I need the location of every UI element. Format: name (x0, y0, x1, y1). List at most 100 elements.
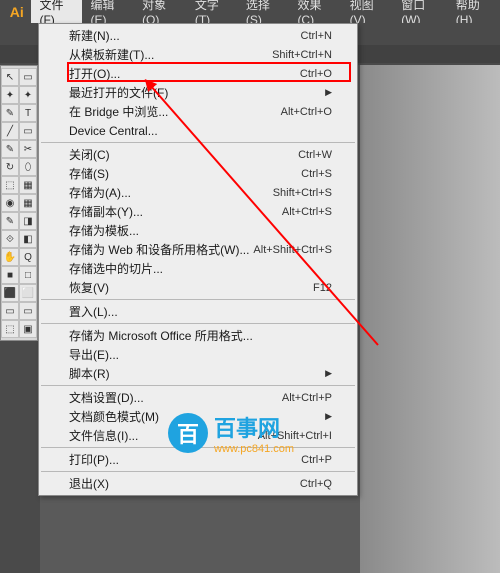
tool-button[interactable]: ✎ (1, 212, 19, 230)
tool-button[interactable]: ▣ (19, 320, 37, 338)
menu-tab[interactable]: 效果(C) (289, 0, 341, 23)
menu-tab[interactable]: 文件(F) (31, 0, 82, 23)
tool-button[interactable]: ◧ (19, 230, 37, 248)
menu-tab[interactable]: 对象(O) (134, 0, 187, 23)
menu-tab[interactable]: 文字(T) (187, 0, 238, 23)
menu-item-label: Device Central... (69, 124, 158, 138)
menu-item-shortcut: Alt+Ctrl+O (281, 106, 332, 118)
menu-item[interactable]: 存储为(A)... Shift+Ctrl+S (39, 183, 357, 202)
tool-button[interactable]: ✦ (19, 86, 37, 104)
tool-button[interactable]: ✦ (1, 86, 19, 104)
menu-item[interactable]: 从模板新建(T)... Shift+Ctrl+N (39, 45, 357, 64)
menu-item-shortcut: Ctrl+Q (300, 478, 332, 490)
menu-item[interactable]: 置入(L)... (39, 302, 357, 321)
tool-button[interactable]: ✎ (1, 104, 19, 122)
menubar: Ai 文件(F)编辑(E)对象(O)文字(T)选择(S)效果(C)视图(V)窗口… (0, 0, 500, 23)
menu-item-label: 存储为 Web 和设备所用格式(W)... (69, 241, 249, 258)
tool-button[interactable]: ⬚ (1, 320, 19, 338)
menu-item-label: 脚本(R) (69, 365, 110, 382)
canvas (360, 65, 500, 573)
tool-palette: ↖▭✦✦✎T╱▭✎✂↻⬯⬚▦◉▦✎◨⟐◧✋Q■□⬛⬜▭▭⬚▣ (0, 65, 38, 341)
tool-button[interactable]: ✋ (1, 248, 19, 266)
menu-item[interactable]: 存储为 Microsoft Office 所用格式... (39, 326, 357, 345)
menu-item-label: 退出(X) (69, 475, 109, 492)
menu-item-label: 新建(N)... (69, 27, 120, 44)
menu-item[interactable]: 最近打开的文件(F)▶ (39, 83, 357, 102)
menu-item-label: 文档设置(D)... (69, 389, 144, 406)
submenu-arrow-icon: ▶ (325, 368, 332, 379)
menu-item[interactable]: 存储选中的切片... (39, 259, 357, 278)
tool-button[interactable]: ▦ (19, 194, 37, 212)
menu-item[interactable]: 存储为模板... (39, 221, 357, 240)
menu-item-label: 打印(P)... (69, 451, 119, 468)
workspace: ↖▭✦✦✎T╱▭✎✂↻⬯⬚▦◉▦✎◨⟐◧✋Q■□⬛⬜▭▭⬚▣ 新建(N)...C… (0, 23, 500, 573)
tool-button[interactable]: ↻ (1, 158, 19, 176)
menu-item[interactable]: 退出(X) Ctrl+Q (39, 474, 357, 493)
menu-tab[interactable]: 窗口(W) (393, 0, 448, 23)
menu-item-label: 存储副本(Y)... (69, 203, 143, 220)
menu-separator (41, 142, 355, 143)
tool-button[interactable]: ╱ (1, 122, 19, 140)
menu-item[interactable]: 存储副本(Y)... Alt+Ctrl+S (39, 202, 357, 221)
menu-item-shortcut: Alt+Ctrl+S (282, 206, 332, 218)
menu-item-label: 存储(S) (69, 165, 109, 182)
tool-button[interactable]: □ (19, 266, 37, 284)
tool-button[interactable]: Q (19, 248, 37, 266)
tool-button[interactable]: ⬯ (19, 158, 37, 176)
tool-button[interactable]: ✎ (1, 140, 19, 158)
tool-button[interactable]: ⟐ (1, 230, 19, 248)
menu-item[interactable]: 在 Bridge 中浏览...Alt+Ctrl+O (39, 102, 357, 121)
menu-item-shortcut: Ctrl+S (301, 168, 332, 180)
tool-button[interactable]: ↖ (1, 68, 19, 86)
menu-item-label: 从模板新建(T)... (69, 46, 154, 63)
menu-tab[interactable]: 选择(S) (238, 0, 290, 23)
watermark: 百 百事网 www.pc841.com (168, 411, 294, 455)
menu-item-label: 文档颜色模式(M) (69, 408, 159, 425)
menu-item[interactable]: 导出(E)... (39, 345, 357, 364)
menu-item-shortcut: Ctrl+W (298, 149, 332, 161)
watermark-badge: 百 (168, 413, 208, 453)
menu-separator (41, 471, 355, 472)
menu-tab[interactable]: 视图(V) (342, 0, 394, 23)
menu-item-shortcut: F12 (313, 282, 332, 294)
menu-item-label: 存储为模板... (69, 222, 139, 239)
menu-item[interactable]: Device Central... (39, 121, 357, 140)
menu-item[interactable]: 打开(O)...Ctrl+O (39, 64, 357, 83)
menu-item-label: 存储为 Microsoft Office 所用格式... (69, 327, 253, 344)
menu-separator (41, 323, 355, 324)
tool-button[interactable]: T (19, 104, 37, 122)
menu-item[interactable]: 存储(S) Ctrl+S (39, 164, 357, 183)
tool-button[interactable]: ■ (1, 266, 19, 284)
menu-separator (41, 299, 355, 300)
menu-item-shortcut: Shift+Ctrl+S (273, 187, 332, 199)
tool-button[interactable]: ◨ (19, 212, 37, 230)
menu-item-label: 存储为(A)... (69, 184, 131, 201)
menu-item[interactable]: 存储为 Web 和设备所用格式(W)...Alt+Shift+Ctrl+S (39, 240, 357, 259)
menu-tab[interactable]: 编辑(E) (82, 0, 134, 23)
tool-button[interactable]: ⬜ (19, 284, 37, 302)
tool-button[interactable]: ▭ (19, 302, 37, 320)
menu-item[interactable]: 关闭(C)Ctrl+W (39, 145, 357, 164)
menu-tab[interactable]: 帮助(H) (448, 0, 500, 23)
tool-button[interactable]: ⬛ (1, 284, 19, 302)
tool-button[interactable]: ◉ (1, 194, 19, 212)
menu-item-shortcut: Ctrl+O (300, 68, 332, 80)
menu-item-label: 文件信息(I)... (69, 427, 138, 444)
menu-item-shortcut: Ctrl+P (301, 454, 332, 466)
menu-item-label: 置入(L)... (69, 303, 118, 320)
menu-item[interactable]: 脚本(R) ▶ (39, 364, 357, 383)
tool-button[interactable]: ▭ (19, 68, 37, 86)
menu-item-label: 恢复(V) (69, 279, 109, 296)
tool-button[interactable]: ▦ (19, 176, 37, 194)
watermark-title: 百事网 (214, 411, 294, 443)
menu-item-label: 存储选中的切片... (69, 260, 163, 277)
tool-button[interactable]: ▭ (1, 302, 19, 320)
tool-button[interactable]: ⬚ (1, 176, 19, 194)
menu-item[interactable]: 文档设置(D)...Alt+Ctrl+P (39, 388, 357, 407)
menu-item-shortcut: Shift+Ctrl+N (272, 49, 332, 61)
menu-item[interactable]: 新建(N)... Ctrl+N (39, 26, 357, 45)
menu-item-shortcut: Ctrl+N (301, 30, 332, 42)
menu-item[interactable]: 恢复(V) F12 (39, 278, 357, 297)
tool-button[interactable]: ▭ (19, 122, 37, 140)
tool-button[interactable]: ✂ (19, 140, 37, 158)
